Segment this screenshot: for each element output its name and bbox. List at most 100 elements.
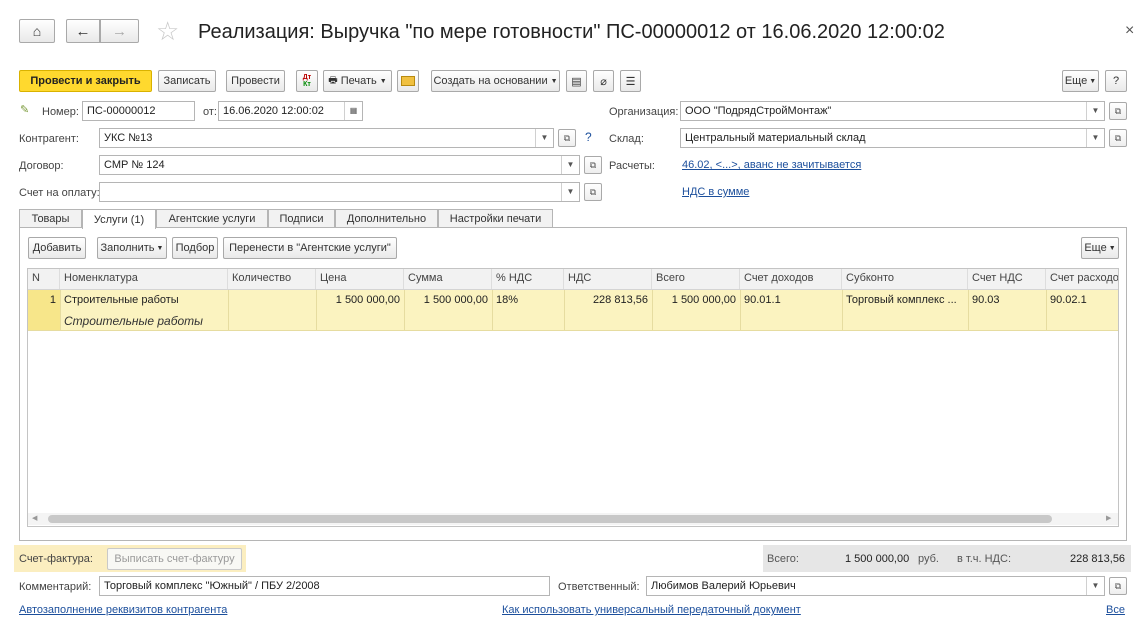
open-icon[interactable]: ⧉: [1109, 129, 1127, 147]
date-field[interactable]: 16.06.2020 12:00:02 ▦: [218, 101, 363, 121]
create-based-on-button[interactable]: Создать на основании ▼: [431, 70, 560, 92]
responsible-value: Любимов Валерий Юрьевич: [651, 580, 796, 592]
column-header-vat-rate[interactable]: % НДС: [492, 269, 564, 289]
warehouse-label: Склад:: [609, 133, 644, 145]
post-and-close-button[interactable]: Провести и закрыть: [19, 70, 152, 92]
column-header-sum[interactable]: Сумма: [404, 269, 492, 289]
help-button[interactable]: ?: [1105, 70, 1127, 92]
add-button[interactable]: Добавить: [28, 237, 86, 259]
chevron-down-icon[interactable]: ▼: [1086, 577, 1104, 595]
organization-value: ООО "ПодрядСтройМонтаж": [685, 105, 832, 117]
calendar-icon[interactable]: ▦: [344, 102, 362, 120]
cell-vat-rate[interactable]: 18%: [492, 291, 564, 309]
all-link[interactable]: Все: [1106, 604, 1125, 616]
counterparty-value: УКС №13: [104, 132, 153, 144]
dropdown-arrow-icon: ▼: [156, 244, 164, 252]
home-button[interactable]: ⌂: [19, 19, 55, 43]
more-label: Еще: [1064, 75, 1088, 87]
save-button[interactable]: Записать: [158, 70, 216, 92]
column-header-expense-account[interactable]: Счет расходов: [1046, 269, 1118, 289]
settlements-link[interactable]: 46.02, <...>, аванс не зачитывается: [682, 159, 861, 171]
cell-vat-account[interactable]: 90.03: [968, 291, 1046, 309]
chevron-down-icon[interactable]: ▼: [561, 183, 579, 201]
contract-field[interactable]: СМР № 124 ▼: [99, 155, 580, 175]
date-value: 16.06.2020 12:00:02: [223, 105, 324, 117]
upd-help-link[interactable]: Как использовать универсальный передаточ…: [502, 604, 801, 616]
column-header-income-account[interactable]: Счет доходов: [740, 269, 842, 289]
select-button[interactable]: Подбор: [172, 237, 218, 259]
cell-sum[interactable]: 1 500 000,00: [404, 291, 492, 309]
open-icon[interactable]: ⧉: [1109, 102, 1127, 120]
column-header-n[interactable]: N: [28, 269, 60, 289]
move-to-agent-services-button[interactable]: Перенести в "Агентские услуги": [223, 237, 397, 259]
tab-services[interactable]: Услуги (1): [82, 209, 156, 229]
pencil-icon: ✎: [20, 104, 30, 116]
counterparty-label: Контрагент:: [19, 133, 79, 145]
column-header-item[interactable]: Номенклатура: [60, 269, 228, 289]
column-header-qty[interactable]: Количество: [228, 269, 316, 289]
open-icon[interactable]: ⧉: [584, 156, 602, 174]
open-icon[interactable]: ⧉: [584, 183, 602, 201]
tab-agent-services[interactable]: Агентские услуги: [156, 209, 268, 228]
open-icon[interactable]: ⧉: [558, 129, 576, 147]
tab-signatures[interactable]: Подписи: [268, 209, 335, 228]
total-value: 1 500 000,00: [845, 553, 910, 565]
print-button[interactable]: 🖶 Печать ▼: [323, 70, 392, 92]
counterparty-field[interactable]: УКС №13 ▼: [99, 128, 554, 148]
comment-field[interactable]: Торговый комплекс "Южный" / ПБУ 2/2008: [99, 576, 550, 596]
cell-price[interactable]: 1 500 000,00: [316, 291, 404, 309]
column-header-price[interactable]: Цена: [316, 269, 404, 289]
number-field[interactable]: ПС-00000012: [82, 101, 195, 121]
autofill-counterparty-link[interactable]: Автозаполнение реквизитов контрагента: [19, 604, 227, 616]
post-button[interactable]: Провести: [226, 70, 285, 92]
attach-button[interactable]: ⌀: [593, 70, 614, 92]
issue-invoice-button[interactable]: Выписать счет-фактуру: [107, 548, 242, 570]
chevron-down-icon[interactable]: ▼: [1086, 129, 1104, 147]
back-button[interactable]: ←: [66, 19, 100, 43]
more-button[interactable]: Еще ▼: [1062, 70, 1099, 92]
tab-print-settings[interactable]: Настройки печати: [438, 209, 553, 228]
vat-in-sum-link[interactable]: НДС в сумме: [682, 186, 749, 198]
invoice-label: Счет-фактура:: [19, 553, 93, 565]
cell-total[interactable]: 1 500 000,00: [652, 291, 740, 309]
cell-item-description[interactable]: Строительные работы: [60, 311, 228, 331]
open-icon[interactable]: ⧉: [1109, 577, 1127, 595]
fill-label: Заполнить: [100, 242, 155, 254]
chevron-down-icon[interactable]: ▼: [561, 156, 579, 174]
dt-kt-button[interactable]: Дт Кт: [296, 70, 318, 92]
chevron-down-icon[interactable]: ▼: [535, 129, 553, 147]
cell-qty[interactable]: [228, 291, 316, 297]
invoice-for-payment-field[interactable]: ▼: [99, 182, 580, 202]
scrollbar-thumb[interactable]: [48, 515, 1052, 523]
cell-expense-account[interactable]: 90.02.1: [1046, 291, 1118, 309]
chevron-down-icon[interactable]: ▼: [1086, 102, 1104, 120]
cell-vat[interactable]: 228 813,56: [564, 291, 652, 309]
dropdown-arrow-icon: ▼: [1108, 244, 1116, 252]
favorite-star-icon[interactable]: ☆: [156, 16, 179, 46]
responsible-field[interactable]: Любимов Валерий Юрьевич ▼: [646, 576, 1105, 596]
column-header-vat[interactable]: НДС: [564, 269, 652, 289]
forward-button[interactable]: →: [100, 19, 139, 43]
organization-field[interactable]: ООО "ПодрядСтройМонтаж" ▼: [680, 101, 1105, 121]
column-header-subconto[interactable]: Субконто: [842, 269, 968, 289]
help-question-icon[interactable]: ?: [585, 130, 592, 144]
cell-subconto[interactable]: Торговый комплекс ...: [842, 291, 968, 309]
scroll-right-icon[interactable]: ▶: [1106, 513, 1111, 525]
fill-button[interactable]: Заполнить ▼: [97, 237, 167, 259]
close-icon[interactable]: ×: [1125, 22, 1134, 40]
report-icon: ☰: [625, 75, 636, 88]
cell-income-account[interactable]: 90.01.1: [740, 291, 842, 309]
column-header-total[interactable]: Всего: [652, 269, 740, 289]
cell-item[interactable]: Строительные работы: [60, 291, 228, 309]
warehouse-field[interactable]: Центральный материальный склад ▼: [680, 128, 1105, 148]
email-button[interactable]: [397, 70, 419, 92]
tab-goods[interactable]: Товары: [19, 209, 82, 228]
structure-button[interactable]: ▤: [566, 70, 587, 92]
report-button[interactable]: ☰: [620, 70, 641, 92]
horizontal-scrollbar[interactable]: ◀ ▶: [28, 513, 1118, 525]
vat-total-value: 228 813,56: [1070, 553, 1126, 565]
tab-additional[interactable]: Дополнительно: [335, 209, 438, 228]
column-header-vat-account[interactable]: Счет НДС: [968, 269, 1046, 289]
scroll-left-icon[interactable]: ◀: [32, 513, 37, 525]
table-more-button[interactable]: Еще ▼: [1081, 237, 1119, 259]
